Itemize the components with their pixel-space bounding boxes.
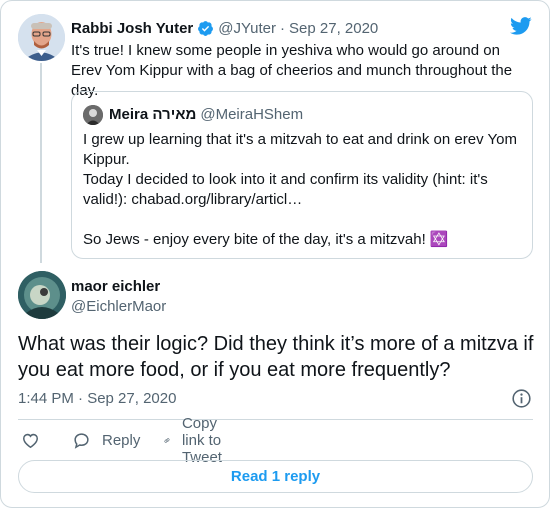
actions-divider <box>18 419 533 420</box>
main-author-name[interactable]: maor eichler <box>71 278 160 295</box>
quoted-tweet-header: Meira מאירה @MeiraHShem <box>109 106 303 123</box>
copy-link-label: Copy link to Tweet <box>181 414 222 466</box>
verified-badge-icon <box>198 20 214 36</box>
avatar-image <box>18 271 66 319</box>
quoted-tweet-text: I grew up learning that it's a mitzvah t… <box>83 130 523 250</box>
avatar-rabbi-josh-yuter[interactable] <box>18 14 65 61</box>
twitter-bird-icon[interactable] <box>509 15 533 37</box>
parent-tweet-date[interactable]: Sep 27, 2020 <box>289 20 378 37</box>
avatar-maor-eichler[interactable] <box>18 271 66 319</box>
heart-icon <box>23 433 38 448</box>
main-author-handle[interactable]: @EichlerMaor <box>71 298 166 315</box>
copy-link-button[interactable]: Copy link to Tweet <box>163 415 233 466</box>
like-button[interactable] <box>21 429 51 451</box>
read-replies-button[interactable]: Read 1 reply <box>18 460 533 493</box>
link-icon <box>164 437 170 443</box>
quoted-line: So Jews - enjoy every bite of the day, i… <box>83 231 449 248</box>
reply-label: Reply <box>102 431 141 449</box>
main-tweet-timestamp[interactable]: 1:44 PM · Sep 27, 2020 <box>18 390 176 407</box>
thread-connector-line <box>40 63 42 263</box>
avatar-image <box>83 105 103 125</box>
avatar-image <box>18 14 65 61</box>
parent-tweet-header: Rabbi Josh Yuter @JYuter · Sep 27, 2020 <box>71 18 378 38</box>
embedded-tweet-card: Rabbi Josh Yuter @JYuter · Sep 27, 2020 … <box>0 0 550 508</box>
meta-separator: · <box>280 19 286 37</box>
quoted-line: Today I decided to look into it and conf… <box>83 171 488 208</box>
reply-button[interactable]: Reply <box>72 429 140 451</box>
avatar-meira <box>83 105 103 125</box>
info-icon[interactable] <box>511 388 532 409</box>
quoted-tweet[interactable]: Meira מאירה @MeiraHShem I grew up learni… <box>71 91 533 259</box>
parent-author-handle[interactable]: @JYuter <box>218 20 276 37</box>
parent-author-name[interactable]: Rabbi Josh Yuter <box>71 20 193 37</box>
quoted-line-blank <box>83 210 523 230</box>
quoted-author-handle: @MeiraHShem <box>200 106 304 123</box>
reply-bubble-icon <box>74 432 89 449</box>
quoted-author-name: Meira מאירה <box>109 106 197 123</box>
main-tweet-text: What was their logic? Did they think it’… <box>18 333 534 381</box>
quoted-line: I grew up learning that it's a mitzvah t… <box>83 131 517 168</box>
